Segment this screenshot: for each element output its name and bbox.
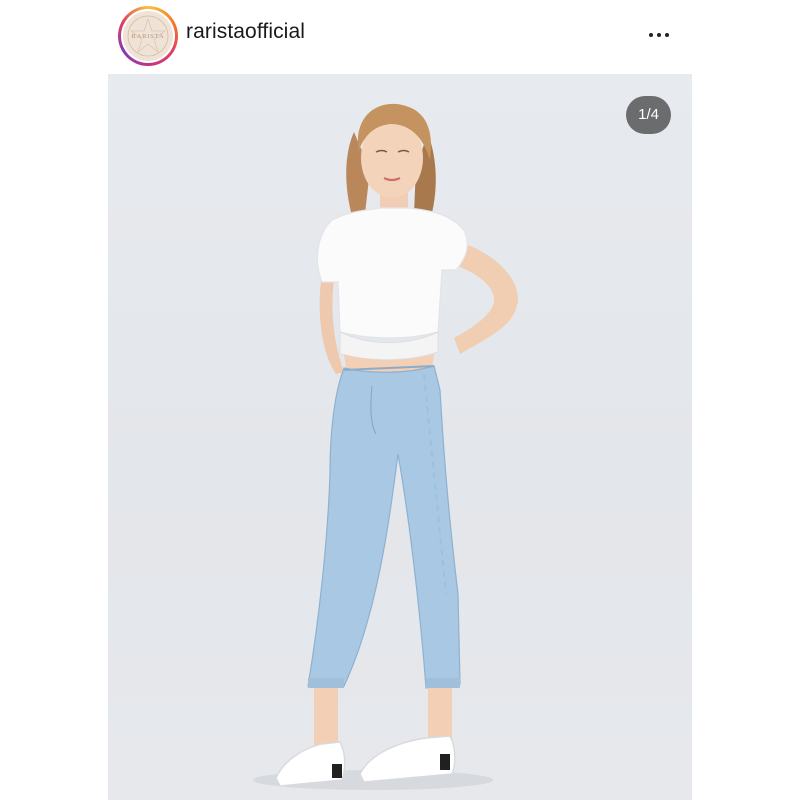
- post-image[interactable]: 1/4: [108, 74, 692, 800]
- profile-avatar[interactable]: RARISTA: [118, 6, 178, 66]
- white-tshirt: [316, 207, 468, 339]
- ankle-right: [428, 688, 452, 740]
- image-counter-badge: 1/4: [626, 96, 671, 134]
- more-horizontal-icon: [649, 33, 653, 37]
- ankle-left: [314, 688, 338, 748]
- more-options-button[interactable]: [644, 22, 674, 48]
- model-photo: [253, 103, 518, 790]
- post-header: RARISTA raristaofficial: [108, 0, 692, 74]
- avatar-logo-text: RARISTA: [131, 32, 165, 40]
- username-link[interactable]: raristaofficial: [186, 20, 305, 44]
- avatar-logo: RARISTA: [123, 11, 173, 61]
- light-blue-jeans: [307, 365, 461, 689]
